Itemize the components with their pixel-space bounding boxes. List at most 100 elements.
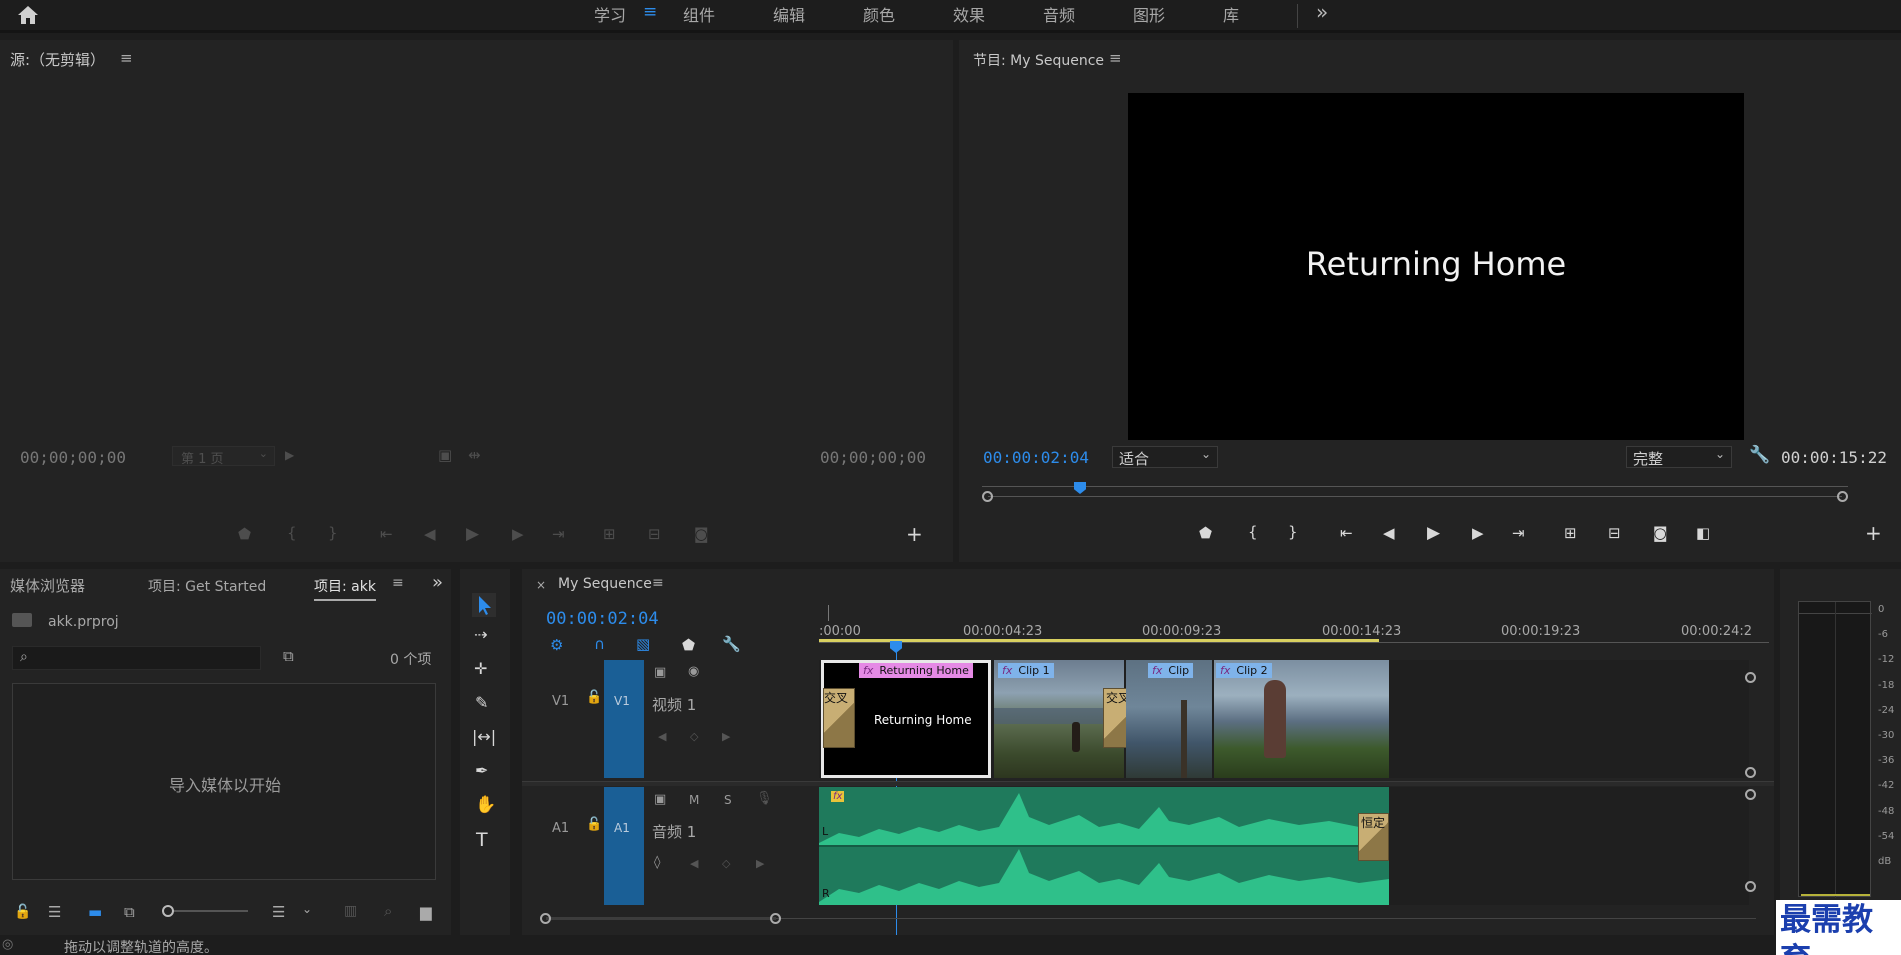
workspace-learn[interactable]: 学习 bbox=[594, 2, 626, 26]
program-timecode[interactable]: 00:00:02:04 bbox=[983, 448, 1089, 467]
close-tab-icon[interactable]: × bbox=[536, 578, 546, 592]
track-divider[interactable] bbox=[522, 781, 1774, 786]
zoom-slider-handle[interactable] bbox=[162, 905, 174, 917]
audio-zoom-handle-bottom[interactable] bbox=[1745, 881, 1756, 892]
program-panel-menu-icon[interactable]: ≡ bbox=[1109, 49, 1122, 67]
tab-project-get-started[interactable]: 项目: Get Started bbox=[148, 576, 266, 596]
timeline-menu-icon[interactable]: ≡ bbox=[652, 575, 664, 591]
source-panel-title[interactable]: 源:（无剪辑） bbox=[10, 49, 105, 70]
list-view-icon[interactable]: ☰ bbox=[48, 903, 61, 921]
audio-meter[interactable] bbox=[1798, 601, 1872, 898]
workspace-effects[interactable]: 效果 bbox=[953, 2, 985, 26]
slip-icon[interactable]: |↔| bbox=[472, 729, 496, 745]
workspace-color[interactable]: 颜色 bbox=[863, 2, 895, 26]
marker-icon[interactable]: ⬟ bbox=[1199, 526, 1212, 541]
play-icon[interactable]: ▶ bbox=[1427, 525, 1440, 542]
zoom-slider[interactable] bbox=[162, 905, 248, 917]
tab-media-browser[interactable]: 媒体浏览器 bbox=[10, 575, 85, 596]
a1-solo-button[interactable]: S bbox=[724, 793, 732, 807]
hand-icon[interactable]: ✋ bbox=[475, 797, 496, 814]
workspace-menu-icon[interactable]: ≡ bbox=[643, 2, 657, 22]
source-timecode-out[interactable]: 00;00;00;00 bbox=[820, 448, 926, 467]
selection-tool[interactable] bbox=[472, 593, 496, 617]
time-ruler[interactable] bbox=[819, 609, 1769, 643]
a1-track[interactable]: L R fx 恒定 bbox=[819, 787, 1749, 905]
media-drop-area[interactable]: 导入媒体以开始 bbox=[12, 683, 436, 880]
workspace-graphics[interactable]: 图形 bbox=[1133, 2, 1165, 26]
step-back-icon[interactable]: ◀ bbox=[1383, 526, 1395, 541]
v1-target[interactable]: V1 bbox=[604, 660, 644, 778]
v1-track[interactable]: Returning Home fx Returning Home 交叉 fx Cli… bbox=[819, 660, 1749, 778]
type-tool-icon[interactable]: T bbox=[476, 831, 488, 850]
search-input[interactable]: ⌕ bbox=[12, 646, 261, 670]
chevron-down-icon[interactable]: ⌄ bbox=[302, 902, 312, 916]
sort-icon[interactable]: ☰ bbox=[272, 903, 285, 921]
freeform-view-icon[interactable]: ⧉ bbox=[124, 903, 135, 921]
scrub-end-handle[interactable] bbox=[1837, 491, 1848, 502]
pen-icon[interactable]: ✒ bbox=[475, 763, 488, 779]
find-bin-icon[interactable]: ⧉ bbox=[283, 647, 294, 665]
extract-icon[interactable]: ⊟ bbox=[1608, 526, 1621, 541]
v1-source-patch[interactable]: V1 bbox=[552, 694, 569, 709]
scrub-start-handle[interactable] bbox=[982, 491, 993, 502]
program-scrub-bar[interactable] bbox=[982, 480, 1848, 502]
mark-out-icon[interactable]: } bbox=[1288, 525, 1298, 540]
a1-keyframe-toggle-icon[interactable]: ◊ bbox=[654, 855, 660, 870]
track-select-icon[interactable]: ⇢ bbox=[474, 627, 487, 643]
add-marker-icon[interactable]: ⬟ bbox=[682, 638, 695, 653]
v1-lock-icon[interactable]: 🔓 bbox=[586, 690, 602, 705]
a1-lock-icon[interactable]: 🔓 bbox=[586, 817, 602, 832]
timeline-zoom-scrollbar[interactable] bbox=[540, 911, 1762, 925]
icon-view-icon[interactable]: ▬ bbox=[88, 903, 102, 921]
nest-icon[interactable]: ⚙ bbox=[550, 638, 563, 653]
audio-zoom-handle-top[interactable] bbox=[1745, 789, 1756, 800]
zoom-right-handle[interactable] bbox=[770, 913, 781, 924]
a1-mute-button[interactable]: M bbox=[689, 793, 699, 807]
a1-sync-lock-icon[interactable]: ▣ bbox=[654, 792, 666, 807]
work-area-bar[interactable] bbox=[819, 639, 1379, 642]
razor-icon[interactable]: ✎ bbox=[475, 695, 488, 711]
go-to-in-icon[interactable]: ⇤ bbox=[1340, 526, 1353, 541]
linked-selection-icon[interactable]: ▧ bbox=[636, 637, 650, 652]
go-to-out-icon[interactable]: ⇥ bbox=[1512, 526, 1525, 541]
ripple-edit-icon[interactable]: ✛ bbox=[474, 661, 487, 677]
timeline-settings-icon[interactable]: 🔧 bbox=[722, 637, 741, 652]
audio-transition-constant-power[interactable]: 恒定 bbox=[1358, 813, 1389, 861]
source-panel-menu-icon[interactable]: ≡ bbox=[120, 49, 133, 67]
tab-project-akk[interactable]: 项目: akk bbox=[314, 576, 376, 601]
quality-select[interactable]: 完整 ⌄ bbox=[1626, 446, 1732, 468]
video-zoom-handle-top[interactable] bbox=[1745, 672, 1756, 683]
workspace-libraries[interactable]: 库 bbox=[1223, 2, 1239, 26]
a1-target[interactable]: A1 bbox=[604, 787, 644, 905]
workspace-assembly[interactable]: 组件 bbox=[683, 2, 715, 26]
video-zoom-handle-bottom[interactable] bbox=[1745, 767, 1756, 778]
a1-source-patch[interactable]: A1 bbox=[552, 821, 569, 836]
page-select[interactable]: 第 1 页 ⌄ bbox=[172, 446, 275, 467]
home-icon[interactable] bbox=[16, 4, 40, 26]
comparison-view-icon[interactable]: ◧ bbox=[1696, 526, 1710, 541]
workspace-edit[interactable]: 编辑 bbox=[773, 2, 805, 26]
timeline-tab-title[interactable]: My Sequence bbox=[558, 576, 652, 592]
program-panel-title[interactable]: 节目: My Sequence bbox=[973, 50, 1104, 70]
program-monitor[interactable]: Returning Home bbox=[1128, 93, 1744, 440]
panel-overflow-icon[interactable]: » bbox=[432, 572, 443, 593]
snap-icon[interactable]: ∩ bbox=[594, 637, 605, 652]
v1-eye-icon[interactable]: ◉ bbox=[688, 664, 699, 679]
timeline-timecode[interactable]: 00:00:02:04 bbox=[546, 609, 659, 629]
export-frame-icon[interactable]: ◙ bbox=[1653, 526, 1668, 541]
program-playhead[interactable] bbox=[1074, 482, 1086, 494]
a1-voiceover-mic-icon[interactable]: 🎙 bbox=[756, 791, 773, 806]
lock-icon[interactable]: 🔓 bbox=[14, 904, 31, 920]
lift-icon[interactable]: ⊞ bbox=[1564, 526, 1577, 541]
workspace-audio[interactable]: 音频 bbox=[1043, 2, 1075, 26]
add-button-icon[interactable]: + bbox=[1865, 523, 1882, 543]
zoom-left-handle[interactable] bbox=[540, 913, 551, 924]
new-bin-icon[interactable]: ▆ bbox=[420, 903, 432, 921]
fit-select[interactable]: 适合 ⌄ bbox=[1112, 446, 1218, 468]
source-timecode-in[interactable]: 00;00;00;00 bbox=[20, 448, 126, 467]
workspace-overflow-icon[interactable]: » bbox=[1316, 0, 1328, 24]
add-button-icon[interactable]: + bbox=[906, 524, 923, 544]
v1-sync-lock-icon[interactable]: ▣ bbox=[654, 665, 666, 680]
step-forward-icon[interactable]: ▶ bbox=[1472, 526, 1484, 541]
wrench-icon[interactable]: 🔧 bbox=[1749, 447, 1770, 464]
